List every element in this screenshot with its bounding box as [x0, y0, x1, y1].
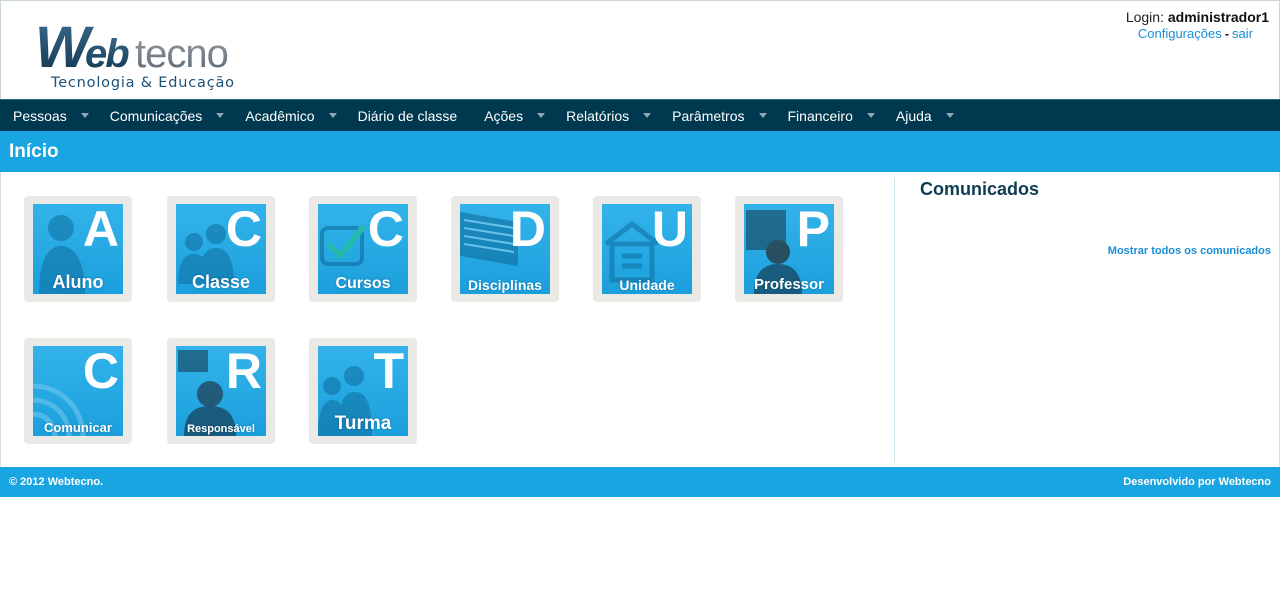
menu-item-label: Pessoas: [13, 107, 67, 124]
tile-caption: Professor: [753, 276, 825, 293]
shortcut-tile-disciplinas[interactable]: D Disciplinas: [451, 196, 559, 302]
header: W eb tecno Tecnologia & Educação Login: …: [0, 0, 1280, 99]
shortcut-tile-responsavel[interactable]: R Responsável: [167, 338, 275, 444]
menu-item-label: Relatórios: [566, 107, 630, 124]
shortcut-tile-classe[interactable]: C Classe: [167, 196, 275, 302]
footer-copyright: © 2012 Webtecno.: [9, 476, 104, 488]
menu-item-label: Diário de classe: [357, 107, 458, 124]
tile-letter: C: [225, 204, 262, 257]
username: administrador1: [1167, 9, 1269, 25]
svg-text:tecno: tecno: [135, 32, 228, 76]
svg-text:Tecnologia & Educação: Tecnologia & Educação: [50, 75, 235, 91]
tile-letter: P: [796, 204, 830, 257]
menu-item-label: Ações: [484, 107, 524, 124]
menu-item-label: Ajuda: [895, 107, 932, 124]
subjects-icon: D Disciplinas: [460, 204, 550, 294]
caret-down-icon: [643, 113, 652, 118]
main-menu-bar: Pessoas Comunicações Acadêmico Diário de cl…: [0, 99, 1280, 131]
caret-down-icon: [80, 113, 89, 118]
tile-letter: C: [82, 346, 119, 399]
menu-item-di-rio-de-classe[interactable]: Diário de classe: [337, 100, 464, 131]
caret-down-icon: [216, 113, 225, 118]
tile-letter: U: [651, 204, 688, 257]
shortcut-tile-comunicar[interactable]: C Comunicar: [24, 338, 132, 444]
webtecno-logo[interactable]: W eb tecno Tecnologia & Educação: [35, 17, 260, 93]
teacher-icon: P Professor: [744, 204, 834, 294]
menu-item-acad-mico[interactable]: Acadêmico: [224, 100, 337, 131]
tile-letter: R: [225, 346, 262, 399]
unit-icon: U Unidade: [602, 204, 692, 294]
guardian-icon: R Responsável: [176, 346, 266, 436]
shortcut-tile-turma[interactable]: T Turma: [309, 338, 417, 444]
group-icon: T Turma: [318, 346, 408, 436]
tile-caption: Cursos: [335, 275, 391, 292]
shortcut-tile-professor[interactable]: P Professor: [735, 196, 843, 302]
main-menu: Pessoas Comunicações Acadêmico Diário de cl…: [0, 100, 1280, 131]
tile-caption: Unidade: [619, 277, 675, 293]
login-label: Login:: [1125, 9, 1164, 25]
menu-item-label: Parâmetros: [672, 107, 745, 124]
communicate-icon: C Comunicar: [33, 346, 123, 436]
menu-item-par-metros[interactable]: Parâmetros: [651, 100, 767, 131]
shortcut-tile-cursos[interactable]: C Cursos: [309, 196, 417, 302]
link-separator: -: [1224, 26, 1230, 41]
settings-link[interactable]: Configurações: [1138, 26, 1222, 41]
main-content: A Aluno C Classe C Cursos D Disciplinas U Unidade…: [0, 172, 1280, 467]
shortcut-tile-unidade[interactable]: U Unidade: [593, 196, 701, 302]
menu-item-pessoas[interactable]: Pessoas: [0, 100, 89, 131]
tile-letter: T: [373, 346, 404, 399]
menu-item-ajuda[interactable]: Ajuda: [875, 100, 954, 131]
menu-item-relat-rios[interactable]: Relatórios: [545, 100, 652, 131]
class-icon: C Classe: [176, 204, 266, 294]
page-title-bar: Início: [0, 131, 1280, 172]
login-box: Login: administrador1 Configurações - sair: [1126, 9, 1269, 42]
menu-item-label: Comunicações: [109, 107, 203, 124]
header-links: Configurações - sair: [1126, 26, 1269, 42]
column-divider: [894, 178, 895, 462]
menu-item-comunica-es[interactable]: Comunicações: [89, 100, 225, 131]
caret-down-icon: [866, 113, 875, 118]
caret-down-icon: [758, 113, 767, 118]
tile-caption: Classe: [191, 272, 251, 292]
student-icon: A Aluno: [33, 204, 123, 294]
tile-caption: Comunicar: [44, 420, 112, 435]
caret-down-icon: [328, 113, 337, 118]
footer: © 2012 Webtecno. Desenvolvido por Webtec…: [0, 467, 1280, 497]
menu-item-label: Financeiro: [787, 107, 853, 124]
menu-item-a-es[interactable]: Ações: [463, 100, 546, 131]
show-all-announcements-link[interactable]: Mostrar todos os comunicados: [1108, 245, 1271, 257]
courses-icon: C Cursos: [318, 204, 408, 294]
page-title: Início: [9, 141, 59, 162]
footer-developer: Desenvolvido por Webtecno: [1123, 476, 1271, 488]
svg-text:eb: eb: [85, 32, 129, 76]
tile-letter: D: [509, 204, 546, 257]
caret-down-icon: [945, 113, 954, 118]
tile-caption: Aluno: [52, 272, 104, 292]
tile-letter: C: [367, 204, 404, 257]
announcements-title: Comunicados: [920, 179, 1040, 199]
menu-item-label: Acadêmico: [245, 107, 315, 124]
caret-down-icon: [537, 113, 546, 118]
tile-caption: Disciplinas: [468, 277, 542, 293]
logout-link[interactable]: sair: [1232, 26, 1253, 41]
tile-caption: Turma: [334, 413, 392, 434]
tile-caption: Responsável: [187, 423, 255, 435]
tile-letter: A: [82, 204, 119, 257]
login-line: Login: administrador1: [1126, 9, 1269, 25]
menu-item-financeiro[interactable]: Financeiro: [767, 100, 875, 131]
shortcut-tile-aluno[interactable]: A Aluno: [24, 196, 132, 302]
